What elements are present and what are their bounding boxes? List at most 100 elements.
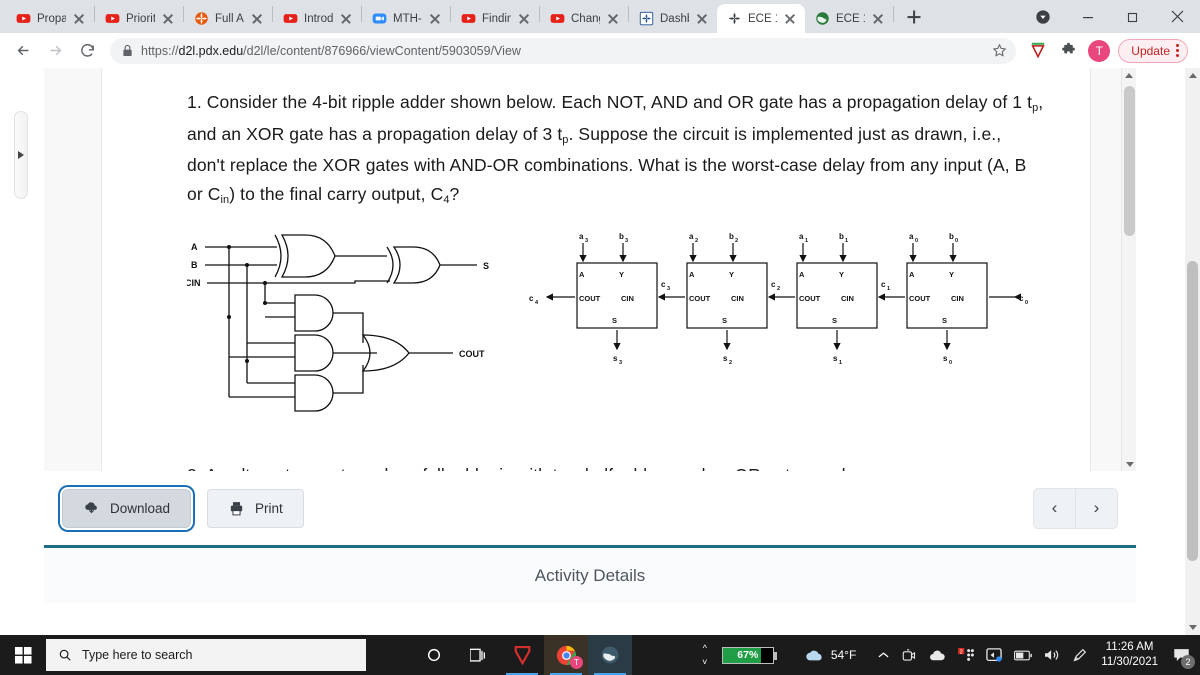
- label-b1: b: [839, 232, 844, 241]
- search-input[interactable]: Type here to search: [46, 639, 366, 671]
- maximize-icon[interactable]: [1110, 0, 1155, 33]
- battery-indicator[interactable]: 67%: [716, 635, 780, 675]
- browser-tab-5[interactable]: Finding: [451, 4, 539, 33]
- tray-icon-pen[interactable]: [1066, 635, 1093, 675]
- avatar[interactable]: T: [1088, 39, 1111, 62]
- window-scroll-up-icon[interactable]: [1185, 68, 1200, 83]
- browser-tab-6[interactable]: Chang: [540, 4, 628, 33]
- close-icon[interactable]: [161, 12, 175, 26]
- extension-mcafee-icon[interactable]: [1024, 37, 1052, 65]
- show-hidden-icons-button[interactable]: [872, 635, 895, 675]
- tray-icon-updates[interactable]: 2: [952, 635, 980, 675]
- forward-button[interactable]: [40, 36, 70, 66]
- sidebar-expand-handle[interactable]: [14, 111, 28, 199]
- close-icon[interactable]: [871, 12, 885, 26]
- chrome-menu-icon[interactable]: [1176, 44, 1179, 57]
- print-button[interactable]: Print: [207, 488, 304, 528]
- label-CIN: CIN: [187, 278, 201, 288]
- update-button[interactable]: Update: [1118, 38, 1188, 63]
- tray-icon-screen-share[interactable]: [980, 635, 1008, 675]
- window-controls: [1021, 0, 1200, 33]
- svg-text:Y: Y: [949, 270, 954, 279]
- close-icon[interactable]: [606, 12, 620, 26]
- new-tab-button[interactable]: [900, 3, 928, 31]
- notification-center-button[interactable]: 2: [1166, 635, 1196, 675]
- update-label: Update: [1131, 43, 1170, 58]
- back-button[interactable]: [8, 36, 38, 66]
- cortana-icon[interactable]: [412, 635, 456, 675]
- browser-tab-1[interactable]: Priority: [95, 4, 183, 33]
- svg-text:1: 1: [839, 360, 842, 366]
- tab-title: Full Ad: [215, 12, 244, 25]
- taskbar-app-chrome[interactable]: T: [544, 635, 588, 675]
- document-viewer: 1. Consider the 4-bit ripple adder shown…: [44, 68, 1136, 471]
- task-view-icon[interactable]: [456, 635, 500, 675]
- clock[interactable]: 11:26 AM 11/30/2021: [1093, 640, 1166, 670]
- q1-sub-2: in: [220, 193, 230, 206]
- svg-text:2: 2: [777, 286, 780, 292]
- stepper-down-icon[interactable]: ˅: [698, 656, 712, 669]
- close-icon[interactable]: [695, 12, 709, 26]
- browser-tab-3[interactable]: Introdu: [273, 4, 361, 33]
- windows-taskbar: Type here to search T ^ ˅ 67% 54°F 2 11:…: [0, 635, 1200, 675]
- label-c0: c: [1019, 294, 1024, 303]
- tab-title: ECE 17: [748, 12, 777, 25]
- tray-icon-onedrive[interactable]: [922, 635, 952, 675]
- youtube-icon: [16, 14, 31, 23]
- close-icon[interactable]: [72, 12, 86, 26]
- browser-tab-9[interactable]: ECE 17: [805, 4, 893, 33]
- weather-widget[interactable]: 54°F: [798, 635, 862, 675]
- svg-text:3: 3: [625, 238, 628, 244]
- browser-tab-8-active[interactable]: ECE 17: [717, 4, 805, 33]
- activity-details-title: Activity Details: [534, 565, 646, 585]
- browser-profile-icon[interactable]: [1021, 0, 1065, 33]
- reload-button[interactable]: [72, 36, 102, 66]
- tab-title: Chang: [571, 12, 600, 25]
- label-c1: c: [881, 280, 886, 289]
- volume-stepper[interactable]: ^ ˅: [698, 642, 716, 669]
- minimize-icon[interactable]: [1065, 0, 1110, 33]
- stepper-up-icon[interactable]: ^: [698, 642, 712, 655]
- chevron-up-icon: [878, 652, 889, 658]
- svg-text:S: S: [612, 316, 617, 325]
- next-page-button[interactable]: ›: [1076, 489, 1117, 528]
- scrollbar-thumb[interactable]: [1124, 86, 1135, 236]
- label-a0: a: [909, 232, 914, 241]
- download-button[interactable]: Download: [62, 488, 192, 528]
- close-icon[interactable]: [783, 12, 797, 26]
- start-button[interactable]: [0, 635, 46, 675]
- taskbar-app-explorer[interactable]: [588, 635, 632, 675]
- browser-tab-0[interactable]: Propag: [6, 4, 94, 33]
- document-scrollbar[interactable]: [1121, 68, 1136, 471]
- label-s1: s: [833, 354, 838, 363]
- label-b3: b: [619, 232, 624, 241]
- previous-page-button[interactable]: ‹: [1034, 489, 1075, 528]
- tray-icon-battery-small[interactable]: [1008, 635, 1038, 675]
- browser-tab-2[interactable]: Full Ad: [184, 4, 272, 33]
- svg-text:3: 3: [619, 360, 622, 366]
- tray-icon-camera[interactable]: [895, 635, 922, 675]
- window-scroll-down-icon[interactable]: [1185, 620, 1200, 635]
- taskbar-app-mcafee[interactable]: [500, 635, 544, 675]
- close-icon[interactable]: [339, 12, 353, 26]
- window-scrollbar[interactable]: [1185, 68, 1200, 635]
- close-icon[interactable]: [1155, 0, 1200, 33]
- tray-icon-volume[interactable]: [1038, 635, 1066, 675]
- label-b2: b: [729, 232, 734, 241]
- clock-time: 11:26 AM: [1105, 641, 1154, 653]
- screen-share-icon: [986, 647, 1003, 662]
- scroll-up-icon[interactable]: [1122, 68, 1136, 82]
- close-icon[interactable]: [517, 12, 531, 26]
- close-icon[interactable]: [428, 12, 442, 26]
- label-s2: s: [723, 354, 728, 363]
- bookmark-star-icon[interactable]: [986, 38, 1012, 64]
- svg-text:2: 2: [695, 238, 698, 244]
- close-icon[interactable]: [250, 12, 264, 26]
- tab-title: Propag: [37, 12, 66, 25]
- window-scrollbar-thumb[interactable]: [1187, 261, 1198, 561]
- extensions-puzzle-icon[interactable]: [1054, 37, 1082, 65]
- browser-tab-4[interactable]: MTH-2: [362, 4, 450, 33]
- scroll-down-icon[interactable]: [1122, 457, 1136, 471]
- browser-tab-7[interactable]: Dashbo: [629, 4, 717, 33]
- address-bar[interactable]: https://d2l.pdx.edu/d2l/le/content/87696…: [110, 37, 1017, 64]
